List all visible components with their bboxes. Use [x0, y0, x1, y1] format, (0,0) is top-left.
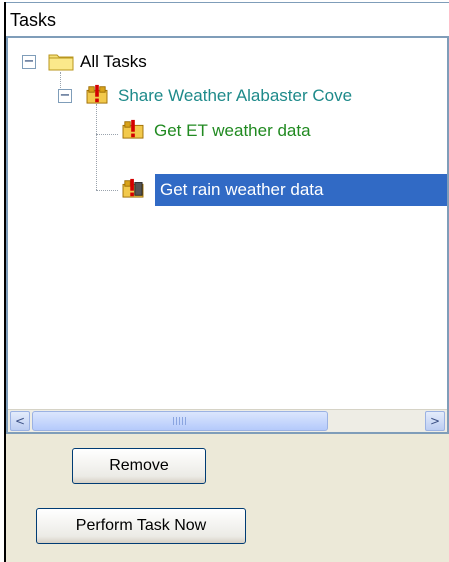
task-group-warning-icon [86, 84, 108, 104]
tree-node-label: Get rain weather data [160, 180, 324, 199]
grip-icon [173, 417, 187, 425]
scroll-right-button[interactable]: > [425, 411, 445, 431]
collapse-icon[interactable]: − [58, 89, 72, 103]
scroll-thumb[interactable] [32, 411, 328, 431]
scroll-left-button[interactable]: < [10, 411, 30, 431]
tree-node-all-tasks[interactable]: − All Tasks [8, 47, 308, 77]
task-warning-icon [122, 178, 144, 198]
collapse-icon[interactable]: − [22, 55, 36, 69]
tasks-panel: Tasks − All Tasks − Share Weather Alabas… [4, 2, 449, 562]
tree-node-label: Share Weather Alabaster Cove [118, 86, 353, 105]
tasks-header: Tasks [6, 2, 449, 36]
perform-task-now-button[interactable]: Perform Task Now [36, 508, 246, 544]
tree-node-share-weather[interactable]: − Share Weather Alabaster Cove [8, 81, 438, 111]
chevron-left-icon: < [14, 414, 26, 428]
task-tree[interactable]: − All Tasks − Share Weather Alabaster Co… [6, 36, 449, 434]
task-warning-icon [122, 119, 144, 139]
remove-button[interactable]: Remove [72, 448, 206, 484]
tree-node-label: All Tasks [80, 52, 147, 71]
folder-icon [48, 54, 74, 71]
panel-title: Tasks [10, 10, 57, 30]
tree-node-label: Get ET weather data [154, 121, 311, 140]
horizontal-scrollbar[interactable]: < > [8, 409, 447, 432]
chevron-right-icon: > [429, 414, 441, 428]
tree-node-get-et-weather[interactable]: Get ET weather data [8, 116, 438, 146]
tree-node-get-rain-weather[interactable]: Get rain weather data [8, 174, 447, 204]
